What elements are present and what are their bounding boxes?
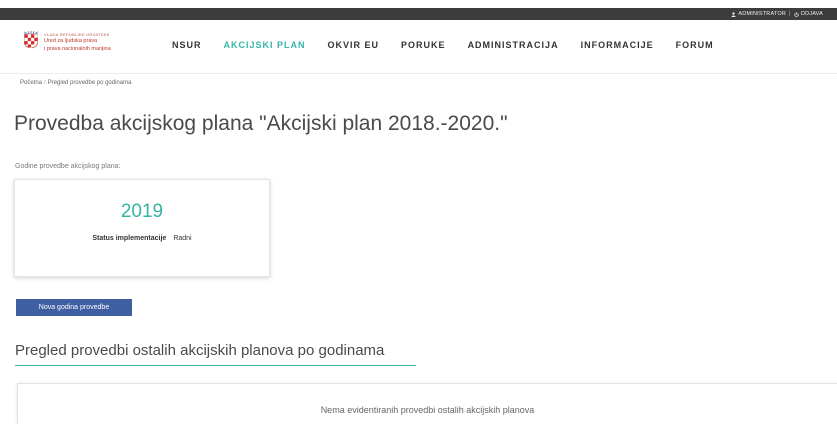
years-label: Godine provedbe akcijskog plana: xyxy=(15,163,121,170)
year-value: 2019 xyxy=(120,201,164,222)
breadcrumb-separator: / xyxy=(44,80,46,86)
main-nav: NSUR AKCIJSKI PLAN OKVIR EU PORUKE ADMIN… xyxy=(172,40,736,50)
user-icon xyxy=(731,11,736,17)
site-header: VLADA REPUBLIKE HRVATSKE Ured za ljudska… xyxy=(0,20,837,74)
other-plans-panel: Nema evidentiranih provedbi ostalih akci… xyxy=(17,383,837,424)
empty-message: Nema evidentiranih provedbi ostalih akci… xyxy=(320,405,535,415)
breadcrumb-current: Pregled provedbe po godinama xyxy=(47,80,132,86)
page-title: Provedba akcijskog plana "Akcijski plan … xyxy=(14,112,508,135)
nav-item-akcijski-plan[interactable]: AKCIJSKI PLAN xyxy=(224,40,306,50)
nav-item-poruke[interactable]: PORUKE xyxy=(401,40,446,50)
user-label: ADMINISTRATOR xyxy=(738,11,787,17)
nav-item-administracija[interactable]: ADMINISTRACIJA xyxy=(468,40,559,50)
section-underline xyxy=(15,365,416,366)
logo-government-line: VLADA REPUBLIKE HRVATSKE xyxy=(44,32,110,37)
status-row: Status implementacije Radni xyxy=(15,235,269,242)
office-logo[interactable]: VLADA REPUBLIKE HRVATSKE Ured za ljudska… xyxy=(24,31,111,52)
croatian-coat-of-arms-icon xyxy=(24,31,38,48)
breadcrumb-home-link[interactable]: Početna xyxy=(20,80,42,86)
status-value: Radni xyxy=(173,235,192,242)
logout-link[interactable]: ODJAVA xyxy=(794,11,823,17)
nav-item-informacije[interactable]: INFORMACIJE xyxy=(581,40,654,50)
logo-office-line-1: Ured za ljudska prava xyxy=(44,38,98,44)
nav-item-nsur[interactable]: NSUR xyxy=(172,40,202,50)
year-card-2019[interactable]: 2019 Status implementacije Radni xyxy=(14,179,270,277)
nav-item-forum[interactable]: FORUM xyxy=(676,40,714,50)
status-label: Status implementacije xyxy=(92,235,167,242)
user-link[interactable]: ADMINISTRATOR xyxy=(731,11,786,17)
breadcrumb: Početna / Pregled provedbe po godinama xyxy=(20,80,131,86)
new-year-button[interactable]: Nova godina provedbe xyxy=(16,299,132,316)
other-plans-heading: Pregled provedbi ostalih akcijskih plano… xyxy=(15,342,385,359)
nav-item-okvir-eu[interactable]: OKVIR EU xyxy=(328,40,380,50)
top-utility-bar: ADMINISTRATOR | ODJAVA xyxy=(0,8,837,20)
logout-label: ODJAVA xyxy=(800,11,823,17)
logo-office-line-2: i prava nacionalnih manjina xyxy=(44,45,111,52)
topbar-separator: | xyxy=(789,11,791,17)
power-icon xyxy=(794,11,799,17)
